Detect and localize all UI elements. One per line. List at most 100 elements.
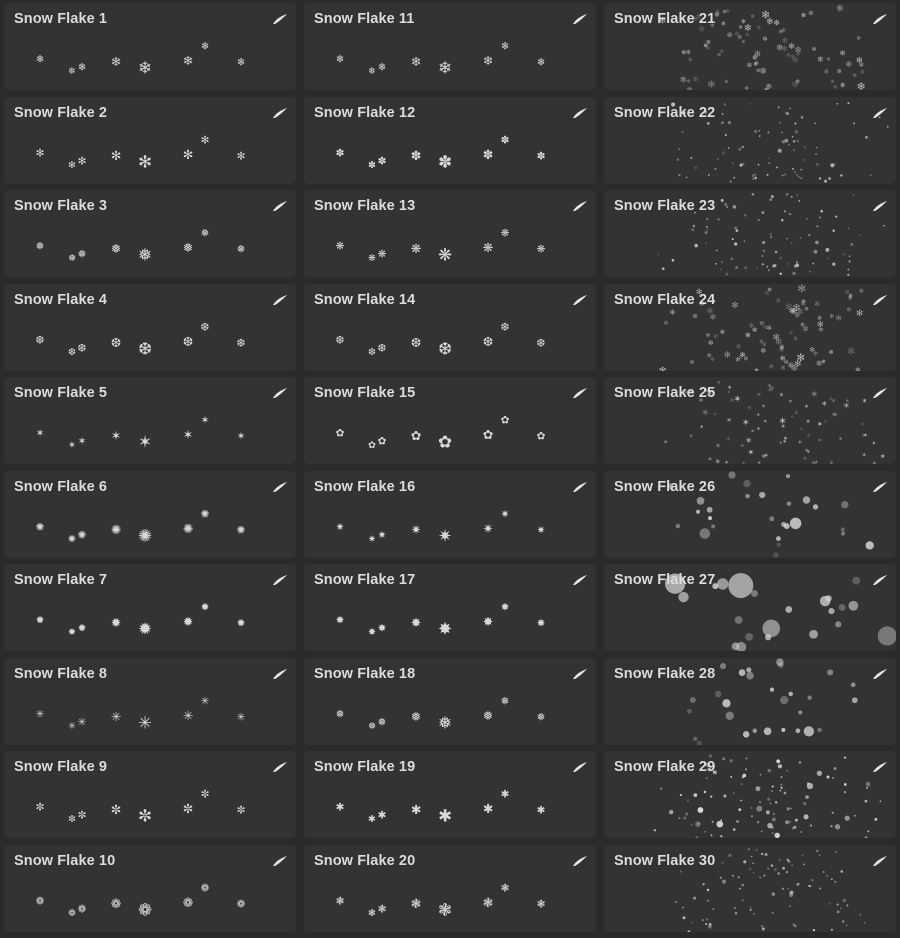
brush-name: Snow Flake 7: [14, 572, 108, 588]
snow-particle: [763, 873, 766, 876]
brush-card-10[interactable]: ❁ ❁ ❁ ❁ ❁ ❁ ❁ ❁ Snow Flake 10: [4, 844, 296, 932]
snowflake-mark: ✽: [411, 148, 422, 163]
snowflake-mark: ❅: [111, 241, 122, 256]
brush-stroke-icon: [272, 667, 288, 679]
snow-particle: [767, 797, 771, 801]
snowflake-mark: ❄: [111, 54, 122, 69]
brush-card-15[interactable]: ✿ ✿ ✿ ✿ ✿ ✿ ✿ ✿ Snow Flake 15: [304, 377, 596, 464]
snow-particle: [714, 263, 717, 265]
brush-card-24[interactable]: ✻ ✻ ✻ ✻ ✻ ✻ ✻ ✻ ✻ ✻ ✻ ✻ ✻ ✻ ✻ ✻ ✻ ✻ ✻ ✻ ✻ ✻ ✻ ✻ ✻ ✻ ✻ ✻ ✻ ✻ ✻ ✻ ✻ ✻ ✻ ✻ ✻ ✻ ✻ ✻…: [604, 283, 896, 371]
snow-particle: [702, 882, 705, 885]
snowflake-mark: ✳: [138, 712, 152, 732]
brush-card-27[interactable]: Snow Flake 27: [604, 564, 896, 651]
snow-particle: [806, 782, 814, 790]
snow-particle: [771, 911, 774, 914]
brush-stroke-icon: [872, 573, 888, 585]
brush-name: Snow Flake 19: [314, 759, 416, 775]
snow-particle: [695, 509, 701, 514]
snowflake-mark: ❋: [411, 241, 422, 256]
brush-card-17[interactable]: ✸ ✸ ✸ ✸ ✸ ✸ ✸ ✸ Snow Flake 17: [304, 564, 596, 651]
snow-particle: [771, 831, 774, 834]
brush-card-29[interactable]: Snow Flake 29: [604, 751, 896, 838]
snow-particle: ✻: [745, 331, 751, 339]
snow-particle: [705, 777, 708, 780]
snow-particle: ✶: [701, 407, 710, 419]
brush-card-3[interactable]: ❅ ❅ ❅ ❅ ❅ ❅ ❅ ❅ Snow Flake 3: [4, 190, 296, 277]
brush-stroke-icon: [572, 293, 588, 305]
brush-stroke-icon: [872, 667, 888, 679]
brush-card-18[interactable]: ❅ ❅ ❅ ❅ ❅ ❅ ❅ ❅ Snow Flake 18: [304, 657, 596, 745]
snowflake-mark: ❆: [438, 338, 452, 358]
snow-particle: [735, 229, 739, 232]
snow-particle: [690, 823, 693, 826]
snow-particle: [826, 874, 828, 877]
snowflake-mark: ❅: [201, 228, 210, 240]
brush-card-1[interactable]: ❄ ❄ ❄ ❄ ❄ ❄ ❄ ❄ Snow Flake 1: [4, 3, 296, 90]
brush-card-25[interactable]: ✶ ✶ ✶ ✶ ✶ ✶ ✶ ✶ ✶ ✶ ✶ ✶ ✶ ✶ ✶ ✶ ✶ ✶ ✶ ✶ ✶ ✶ ✶ ✶ ✶ ✶ ✶ ✶ ✶ ✶ ✶ ✶ ✶ ✶ ✶ ✶ ✶ ✶ ✶ ✶…: [604, 377, 896, 464]
snowflake-mark: ✻: [183, 147, 194, 162]
snowflake-mark: ❅: [237, 244, 246, 256]
snowflake-mark: ✼: [78, 810, 87, 822]
brush-card-16[interactable]: ✷ ✷ ✷ ✷ ✷ ✷ ✷ ✷ Snow Flake 16: [304, 470, 596, 558]
brush-card-22[interactable]: Snow Flake 22: [604, 96, 896, 184]
snow-particle: [825, 247, 830, 252]
snow-particle: [750, 589, 758, 598]
brush-stroke-icon: [572, 480, 588, 492]
snow-particle: [653, 829, 657, 832]
snow-particle: ✶: [861, 433, 866, 440]
brush-card-23[interactable]: Snow Flake 23: [604, 190, 896, 277]
snow-particle: [788, 143, 790, 146]
snow-particle: [865, 781, 871, 787]
brush-card-11[interactable]: ❄ ❄ ❄ ❄ ❄ ❄ ❄ ❄ Snow Flake 11: [304, 3, 596, 90]
brush-card-26[interactable]: Snow Flake 26: [604, 470, 896, 558]
brush-card-14[interactable]: ❆ ❆ ❆ ❆ ❆ ❆ ❆ ❆ Snow Flake 14: [304, 283, 596, 371]
snow-particle: [781, 727, 786, 732]
brush-card-12[interactable]: ✽ ✽ ✽ ✽ ✽ ✽ ✽ ✽ Snow Flake 12: [304, 96, 596, 184]
snow-particle: ✶: [805, 419, 810, 426]
snowflake-mark: ❄: [237, 57, 246, 69]
brush-card-30[interactable]: Snow Flake 30: [604, 844, 896, 932]
brush-card-4[interactable]: ❆ ❆ ❆ ❆ ❆ ❆ ❆ ❆ Snow Flake 4: [4, 283, 296, 371]
snow-particle: [832, 229, 835, 232]
snow-particle: ✻: [670, 308, 676, 316]
brush-card-9[interactable]: ✼ ✼ ✼ ✼ ✼ ✼ ✼ ✼ Snow Flake 9: [4, 751, 296, 838]
snowflake-mark: ❆: [378, 342, 387, 354]
brush-card-6[interactable]: ✺ ✺ ✺ ✺ ✺ ✺ ✺ ✺ Snow Flake 6: [4, 470, 296, 558]
brush-card-5[interactable]: ✶ ✶ ✶ ✶ ✶ ✶ ✶ ✶ Snow Flake 5: [4, 377, 296, 464]
snow-particle: ✶: [756, 390, 762, 399]
brush-name: Snow Flake 13: [314, 198, 416, 214]
snow-particle: ✶: [724, 459, 729, 464]
snowflake-mark: ✻: [68, 160, 76, 171]
snow-particle: [770, 195, 774, 199]
snow-particle: [690, 156, 693, 159]
snow-particle: [815, 240, 819, 245]
brush-card-21[interactable]: ❄ ❄ ❄ ❄ ❄ ❄ ❄ ❄ ❄ ❄ ❄ ❄ ❄ ❄ ❄ ❄ ❄ ❄ ❄ ❄ ❄ ❄ ❄ ❄ ❄ ❄ ❄ ❄ ❄ ❄ ❄ ❄ ❄ ❄ ❄ ❄ ❄ ❄ ❄ ❄…: [604, 3, 896, 90]
snowflake-mark: ❄: [537, 57, 546, 69]
snow-particle: [683, 816, 687, 820]
brush-card-13[interactable]: ❋ ❋ ❋ ❋ ❋ ❋ ❋ ❋ Snow Flake 13: [304, 190, 596, 277]
brush-card-20[interactable]: ❃ ❃ ❃ ❃ ❃ ❃ ❃ ❃ Snow Flake 20: [304, 844, 596, 932]
brush-stroke-icon: [572, 12, 588, 24]
snow-particle: ❄: [839, 48, 845, 57]
snow-particle: [722, 879, 727, 884]
snow-particle: [777, 871, 780, 875]
snow-particle: [720, 819, 723, 822]
snowflake-mark: ✺: [138, 525, 152, 545]
brush-card-7[interactable]: ✹ ✹ ✹ ✹ ✹ ✹ ✹ ✹ Snow Flake 7: [4, 564, 296, 651]
snowflake-mark: ✽: [438, 151, 452, 171]
snow-particle: [776, 535, 781, 541]
brush-card-19[interactable]: ✱ ✱ ✱ ✱ ✱ ✱ ✱ ✱ Snow Flake 19: [304, 751, 596, 838]
snow-particle: ❄: [788, 41, 795, 51]
snow-particle: [843, 756, 847, 759]
snow-particle: ❄: [717, 53, 721, 59]
snow-particle: ✻: [817, 319, 824, 329]
brush-card-8[interactable]: ✳ ✳ ✳ ✳ ✳ ✳ ✳ ✳ Snow Flake 8: [4, 657, 296, 745]
snow-particle: [720, 835, 723, 838]
snowflake-mark: ❆: [111, 335, 122, 350]
brush-card-2[interactable]: ✻ ✻ ✻ ✻ ✻ ✻ ✻ ✻ Snow Flake 2: [4, 96, 296, 184]
snow-particle: [728, 470, 736, 479]
brush-card-28[interactable]: Snow Flake 28: [604, 657, 896, 745]
snowflake-mark: ❆: [237, 337, 246, 349]
snowflake-mark: ✱: [336, 802, 345, 814]
snow-particle: [682, 915, 686, 919]
